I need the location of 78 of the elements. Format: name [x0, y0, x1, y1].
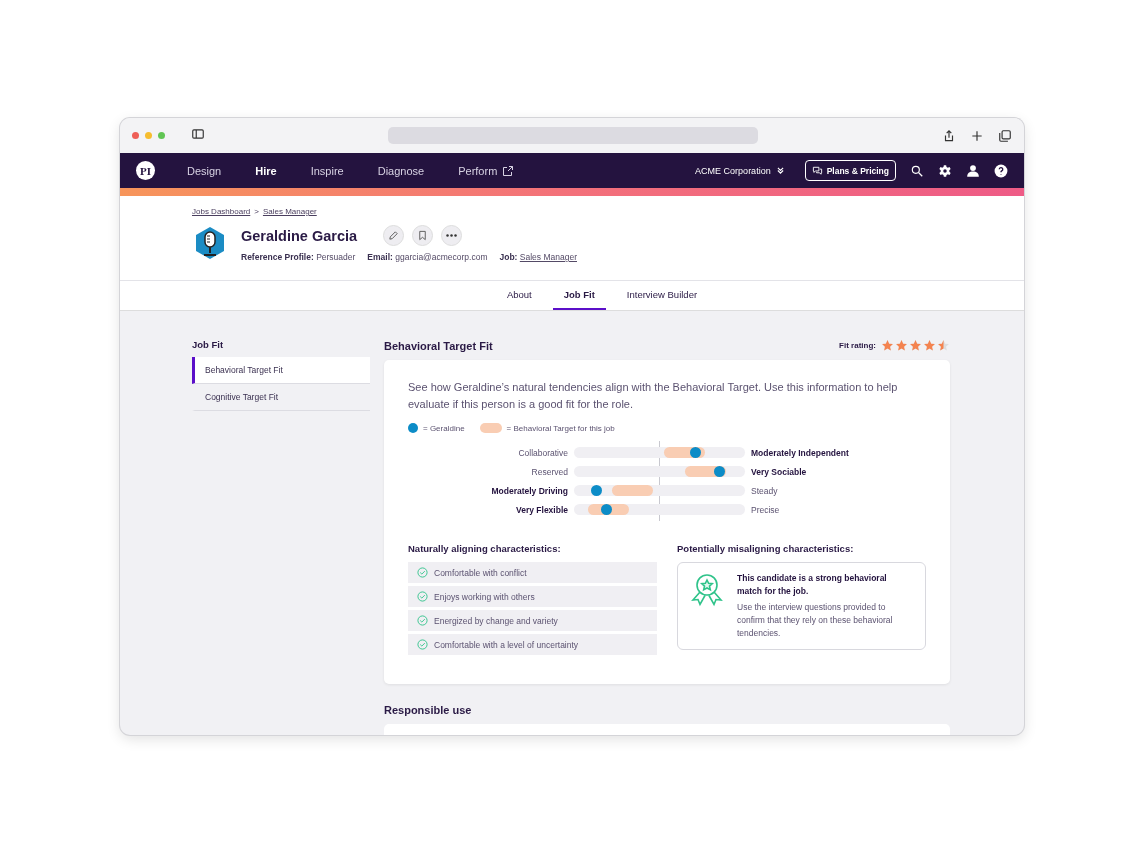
characteristic-item: Comfortable with a level of uncertainty [408, 634, 657, 655]
factor-label: Moderately Driving [490, 485, 568, 496]
match-heading: This candidate is a strong behavioral match for the job. [737, 572, 888, 598]
bookmark-button[interactable] [412, 225, 434, 246]
job-link[interactable]: Sales Manager [519, 252, 577, 262]
nav-link[interactable]: Diagnose [377, 164, 425, 177]
sidebar-item[interactable]: Cognitive Target Fit [192, 384, 370, 411]
star-icon [923, 339, 936, 352]
field-label: Email: [367, 252, 393, 262]
factor-label: Reserved [530, 466, 568, 477]
field-label: Job: [499, 252, 518, 262]
factor-label: Moderately Independent [751, 447, 850, 458]
nav-link[interactable]: Hire [255, 164, 277, 177]
candidate-name: Geraldine Garcia [241, 227, 358, 244]
check-circle-icon [417, 591, 428, 602]
chat-icon [811, 165, 823, 176]
sidebar-title: Job Fit [192, 339, 225, 350]
minimize-dot[interactable] [145, 132, 152, 139]
nav-link[interactable]: Design [187, 164, 222, 177]
check-circle-icon [417, 615, 428, 626]
more-button[interactable] [441, 225, 463, 246]
breadcrumb-separator: > [254, 207, 259, 216]
plus-icon[interactable] [970, 128, 984, 143]
tab[interactable]: Job Fit [552, 281, 606, 310]
factor-label: Precise [751, 504, 781, 515]
breadcrumb-link[interactable]: Sales Manager [262, 207, 317, 216]
star-icon [881, 339, 894, 352]
check-circle-icon [417, 567, 428, 578]
tab[interactable]: About [495, 281, 543, 310]
column-title: Potentially misaligning characteristics: [677, 543, 855, 554]
pencil-icon [388, 230, 400, 241]
section-title: Responsible use [384, 704, 473, 716]
factor-label: Steady [751, 485, 779, 496]
field-value: ggarcia@acmecorp.com [395, 252, 488, 262]
award-ribbon-icon [690, 572, 724, 608]
company-selector[interactable]: ACME Corporation [695, 165, 785, 176]
sidebar-item[interactable]: Behavioral Target Fit [192, 357, 370, 384]
edit-button[interactable] [383, 225, 405, 246]
column-title: Naturally aligning characteristics: [408, 543, 562, 554]
characteristic-item: Energized by change and variety [408, 610, 657, 631]
legend-label: = Geraldine [423, 423, 465, 433]
search-icon[interactable] [910, 163, 924, 178]
intro-text: See how Geraldine’s natural tendencies align with the Behavioral Target. Use this information to help evaluate if this person is a good fit for the role. [408, 380, 899, 412]
legend-label: = Behavioral Target for this job [506, 423, 615, 433]
candidate-dot [408, 423, 418, 433]
ellipsis-icon [446, 234, 458, 237]
close-dot[interactable] [132, 132, 139, 139]
share-icon[interactable] [942, 128, 956, 143]
section-title: Behavioral Target Fit [384, 339, 493, 352]
star-icon [937, 339, 950, 352]
bookmark-icon [417, 230, 429, 241]
field-label: Reference Profile: [241, 252, 314, 262]
star-icon [895, 339, 908, 352]
tab[interactable]: Interview Builder [615, 281, 709, 310]
user-icon[interactable] [966, 163, 980, 178]
field-value: Persuader [316, 252, 356, 262]
characteristic-item: Comfortable with conflict [408, 562, 657, 583]
check-circle-icon [417, 639, 428, 650]
plans-pricing-button[interactable]: Plans & Pricing [804, 160, 896, 181]
help-icon[interactable] [994, 163, 1008, 178]
fit-rating-label: Fit rating: [839, 341, 876, 350]
nav-link[interactable]: Perform [458, 164, 515, 177]
breadcrumb-link[interactable]: Jobs Dashboard [192, 207, 251, 216]
logo[interactable]: PI [136, 161, 155, 180]
factor-label: Very Sociable [751, 466, 808, 477]
settings-icon[interactable] [938, 163, 952, 178]
sidebar-icon[interactable] [191, 126, 205, 141]
nav-link[interactable]: Inspire [310, 164, 344, 177]
chevron-down-icon [775, 166, 785, 175]
tabs-icon[interactable] [998, 128, 1012, 143]
characteristic-item: Enjoys working with others [408, 586, 657, 607]
external-link-icon [502, 164, 515, 177]
star-icon [909, 339, 922, 352]
zoom-dot[interactable] [158, 132, 165, 139]
match-description: Use the interview questions provided to confirm that they rely on these behavioral tendencies. [737, 601, 894, 640]
factor-label: Very Flexible [515, 504, 568, 515]
target-band [479, 423, 502, 433]
factor-label: Collaborative [517, 447, 568, 458]
